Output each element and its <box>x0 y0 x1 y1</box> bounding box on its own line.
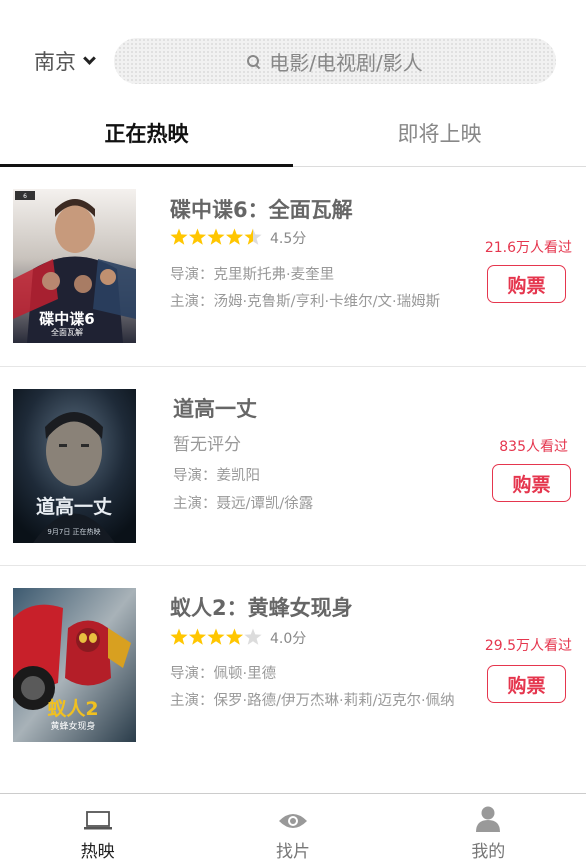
star-icon <box>225 628 244 645</box>
director-text: 导演：姜凯阳 <box>173 468 260 484</box>
movie-title[interactable]: 碟中谍6：全面瓦解 <box>170 194 353 224</box>
nav-item-now-showing[interactable]: 热映 <box>0 794 195 867</box>
rating-score: 4.0分 <box>270 631 307 647</box>
movie-item[interactable]: 道高一丈 9月7日 正在热映 道高一丈 暂无评分 导演：姜凯阳 主演：聂远/谭凯… <box>0 367 586 566</box>
star-icon <box>244 628 262 645</box>
poster-title-text: 碟中谍6 <box>39 310 94 328</box>
nav-item-profile[interactable]: 我的 <box>391 794 586 867</box>
movie-item[interactable]: 蚁人2 黄蜂女现身 蚁人2：黄蜂女现身 4.0分 导演：佩顿·里德 主演：保罗·… <box>0 566 586 765</box>
star-rating-icon <box>170 228 262 245</box>
star-icon <box>188 628 207 645</box>
movie-poster[interactable]: 道高一丈 9月7日 正在热映 <box>13 389 136 543</box>
movie-item[interactable]: 6 碟中谍6 全面瓦解 碟中谍6：全面瓦解 4.5分 导演：克里斯托弗·麦奎里 … <box>0 168 586 367</box>
svg-text:6: 6 <box>23 193 27 200</box>
poster-subtitle-text: 全面瓦解 <box>51 327 83 337</box>
star-rating-icon <box>170 628 262 645</box>
watch-count: 835人看过 <box>499 439 568 455</box>
nav-label-now-showing: 热映 <box>80 842 115 862</box>
top-bar: 南京 电影/电视剧/影人 <box>0 0 586 100</box>
bottom-nav: 热映 找片 我的 <box>0 793 586 867</box>
cast-text: 主演：保罗·路德/伊万杰琳·莉莉/迈克尔·佩纳 <box>170 693 455 709</box>
watch-count: 21.6万人看过 <box>484 240 572 256</box>
nav-label-profile: 我的 <box>471 842 506 862</box>
watch-count: 29.5万人看过 <box>484 638 572 654</box>
poster-title-text: 道高一丈 <box>36 495 112 518</box>
buy-ticket-button[interactable]: 购票 <box>487 665 566 703</box>
poster-title-text: 蚁人2 <box>47 698 98 720</box>
tab-bar: 正在热映 即将上映 <box>0 100 586 167</box>
search-icon <box>247 54 261 69</box>
nav-label-find-movies: 找片 <box>275 842 310 862</box>
tab-coming-soon[interactable]: 即将上映 <box>293 100 586 166</box>
cast-text: 主演：汤姆·克鲁斯/亨利·卡维尔/文·瑞姆斯 <box>170 294 441 310</box>
laptop-icon <box>83 811 112 830</box>
eye-icon <box>278 814 307 828</box>
star-icon <box>170 228 188 245</box>
star-icon <box>188 228 207 245</box>
buy-ticket-button[interactable]: 购票 <box>492 464 571 502</box>
director-text: 导演：佩顿·里德 <box>170 666 277 682</box>
city-label: 南京 <box>34 50 76 74</box>
star-icon <box>225 228 244 245</box>
movie-title[interactable]: 蚁人2：黄蜂女现身 <box>170 592 353 622</box>
search-box[interactable]: 电影/电视剧/影人 <box>114 38 556 84</box>
star-icon <box>207 228 225 245</box>
rating-score: 4.5分 <box>270 231 307 247</box>
tab-now-showing[interactable]: 正在热映 <box>0 100 293 167</box>
rating-row: 4.0分 <box>170 626 306 648</box>
star-icon <box>244 228 262 245</box>
star-icon <box>170 628 188 645</box>
search-placeholder: 电影/电视剧/影人 <box>269 50 423 75</box>
movie-poster[interactable]: 6 碟中谍6 全面瓦解 <box>13 189 136 343</box>
buy-ticket-button[interactable]: 购票 <box>487 265 566 303</box>
nav-item-find-movies[interactable]: 找片 <box>195 794 390 867</box>
movie-poster[interactable]: 蚁人2 黄蜂女现身 <box>13 588 136 742</box>
user-icon <box>476 806 501 832</box>
chevron-down-icon <box>83 51 96 65</box>
no-rating-text: 暂无评分 <box>173 435 241 455</box>
city-selector[interactable]: 南京 <box>34 46 96 76</box>
star-icon <box>207 628 225 645</box>
poster-subtitle-text: 黄蜂女现身 <box>50 720 95 732</box>
movie-title[interactable]: 道高一丈 <box>173 393 257 423</box>
cast-text: 主演：聂远/谭凯/徐露 <box>173 496 314 512</box>
poster-subtitle-text: 9月7日 正在热映 <box>47 527 100 536</box>
director-text: 导演：克里斯托弗·麦奎里 <box>170 267 335 283</box>
rating-row: 4.5分 <box>170 226 306 248</box>
